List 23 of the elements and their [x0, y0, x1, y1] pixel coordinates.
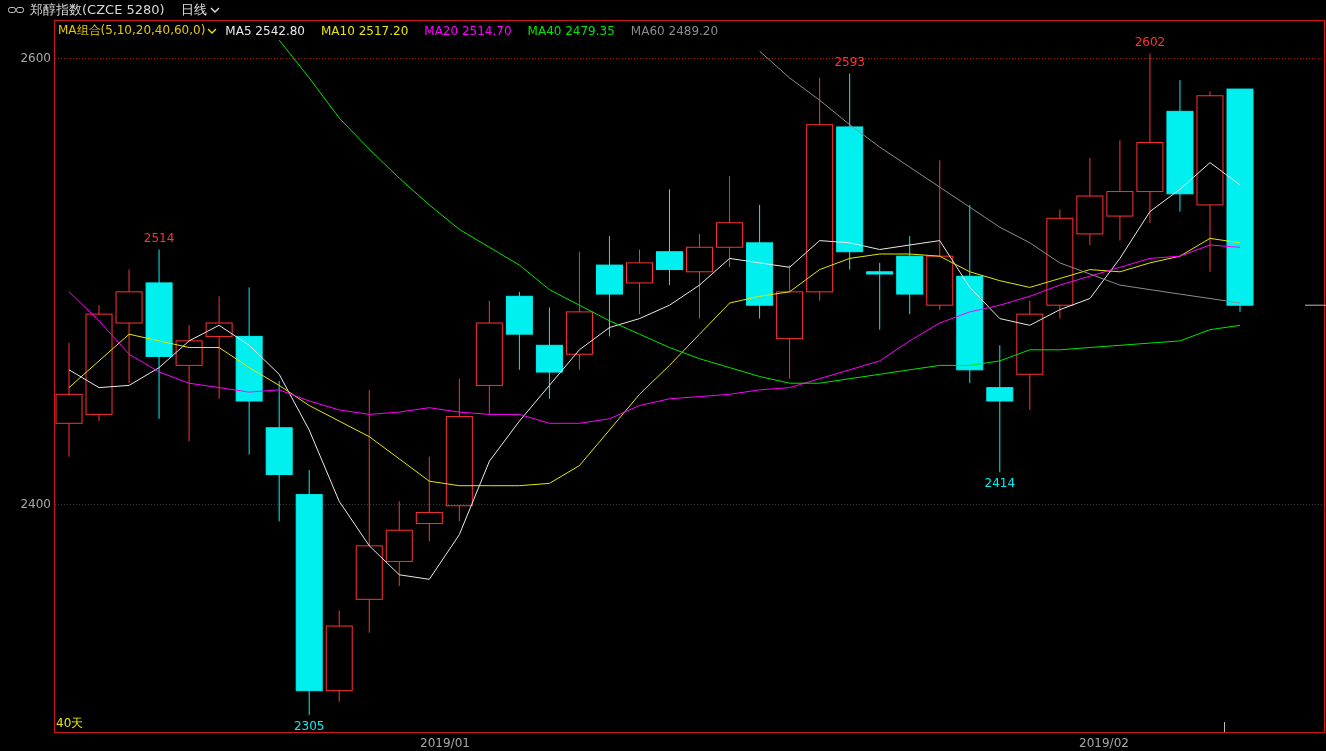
- period-dropdown[interactable]: 日线: [170, 1, 220, 19]
- x-axis-label: 2019/02: [1079, 736, 1129, 750]
- price-annotation: 2514: [143, 231, 175, 246]
- indicator-value: MA20 2514.70: [424, 23, 512, 38]
- indicator-value: MA60 2489.20: [630, 23, 719, 38]
- indicator-value: MA40 2479.35: [527, 23, 615, 38]
- indicator-preset-dropdown[interactable]: MA组合(5,10,20,40,60,0): [58, 22, 218, 39]
- price-marker: [1304, 304, 1326, 306]
- price-annotation: 2602: [1134, 35, 1166, 50]
- chevron-icon: [207, 27, 218, 34]
- indicator-value: MA10 2517.20: [321, 23, 409, 38]
- y-axis-label: 2400: [20, 496, 51, 511]
- price-annotation: 2305: [293, 719, 325, 734]
- y-axis-label: 2600: [20, 50, 51, 65]
- link-icon: [8, 6, 24, 14]
- x-axis-label: 2019/01: [420, 736, 470, 750]
- instrument-title: 郑醇指数(CZCE 5280): [30, 1, 165, 19]
- indicator-value: MA5 2542.80: [225, 23, 305, 38]
- chevron-icon: [209, 7, 220, 13]
- cursor-tick: [1224, 721, 1225, 733]
- price-annotation: 2414: [984, 476, 1016, 491]
- price-annotation: 2593: [834, 55, 865, 70]
- period-count: 40天: [56, 716, 84, 730]
